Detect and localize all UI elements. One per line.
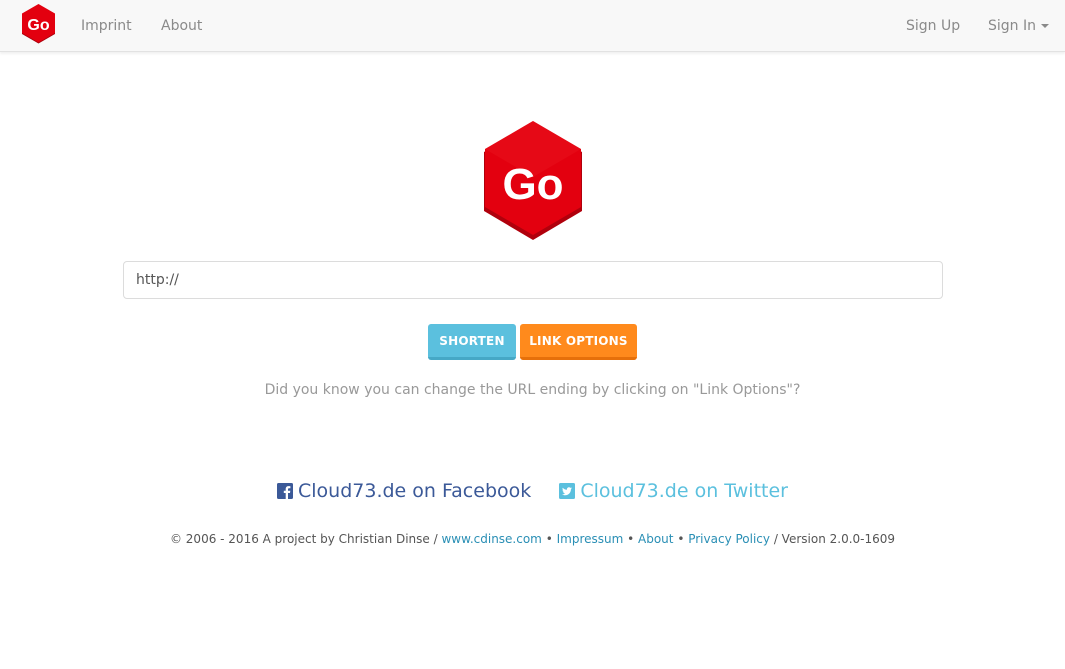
footer-separator: • <box>541 532 557 546</box>
nav-imprint-link[interactable]: Imprint <box>81 0 132 52</box>
facebook-link[interactable]: Cloud73.de on Facebook <box>277 480 531 502</box>
footer-site-link[interactable]: www.cdinse.com <box>441 532 541 546</box>
caret-down-icon <box>1041 24 1049 28</box>
nav-sign-in-dropdown[interactable]: Sign In <box>988 0 1049 52</box>
brand-logo-text: Go <box>27 17 49 34</box>
facebook-icon <box>277 482 293 499</box>
nav-about-link[interactable]: About <box>161 0 202 52</box>
url-input[interactable] <box>123 261 943 299</box>
footer-separator: • <box>623 532 639 546</box>
social-links: Cloud73.de on Facebook Cloud73.de on Twi… <box>0 479 1065 502</box>
footer-version: / Version 2.0.0-1609 <box>770 532 896 546</box>
footer: © 2006 - 2016 A project by Christian Din… <box>0 532 1065 546</box>
nav-sign-in-label: Sign In <box>988 18 1036 34</box>
footer-separator: • <box>673 532 689 546</box>
main-logo-text: Go <box>502 160 563 209</box>
navbar: Go Imprint About Sign Up Sign In <box>0 0 1065 52</box>
shorten-button[interactable]: SHORTEN <box>428 324 516 360</box>
main-go-logo-icon: Go <box>484 121 582 240</box>
footer-privacy-link[interactable]: Privacy Policy <box>688 532 770 546</box>
brand-logo-icon[interactable]: Go <box>21 4 56 44</box>
hint-text: Did you know you can change the URL endi… <box>264 382 801 398</box>
nav-sign-up-link[interactable]: Sign Up <box>906 0 960 52</box>
twitter-icon <box>559 482 576 499</box>
twitter-link-label: Cloud73.de on Twitter <box>580 479 788 502</box>
facebook-link-label: Cloud73.de on Facebook <box>298 479 532 502</box>
footer-impressum-link[interactable]: Impressum <box>557 532 624 546</box>
link-options-button[interactable]: LINK OPTIONS <box>520 324 637 360</box>
footer-copyright: © 2006 - 2016 A project by Christian Din… <box>169 532 442 546</box>
footer-about-link[interactable]: About <box>638 532 673 546</box>
twitter-link[interactable]: Cloud73.de on Twitter <box>559 480 788 502</box>
